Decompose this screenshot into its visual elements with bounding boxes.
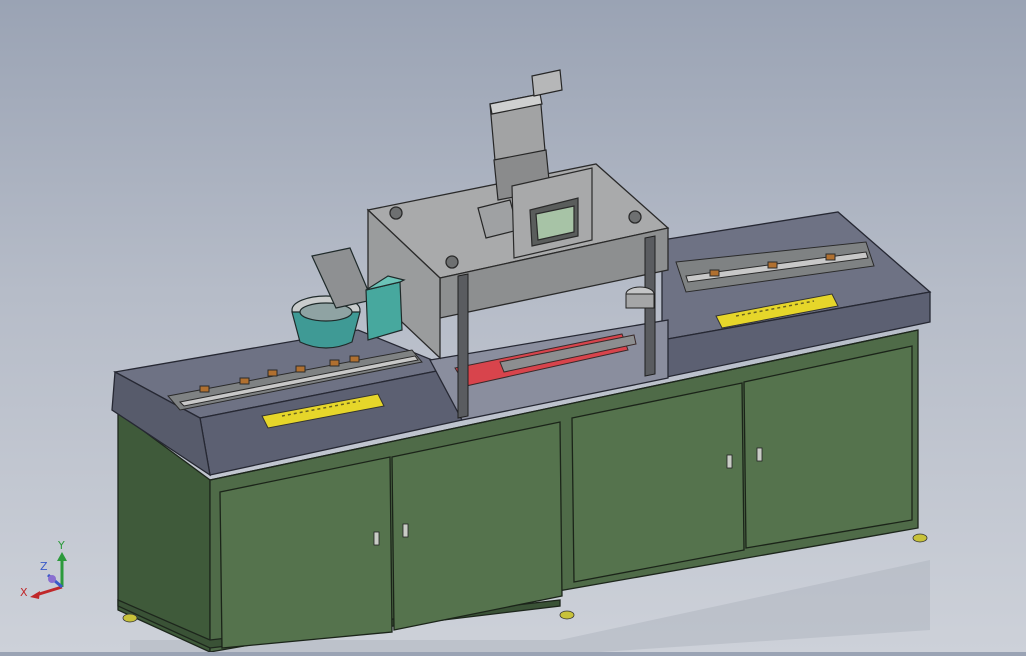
machine-model[interactable]: X Y Z (0, 0, 1026, 654)
z-axis-label: Z (40, 560, 48, 573)
cabinet-door-right-2[interactable] (743, 345, 913, 549)
right-cylinder (625, 286, 655, 309)
cabinet-door-left-2[interactable] (391, 421, 563, 631)
y-axis-label: Y (57, 539, 65, 552)
x-axis-label: X (20, 586, 28, 599)
y-axis-arrow (57, 552, 67, 561)
x-axis-arrow (30, 591, 40, 599)
cabinet-door-right-1[interactable] (571, 382, 745, 583)
x-axis-line (35, 585, 63, 597)
axis-triad: X Y Z (20, 539, 67, 599)
cad-viewport[interactable]: X Y Z (0, 0, 1026, 654)
origin-dot (48, 575, 56, 583)
